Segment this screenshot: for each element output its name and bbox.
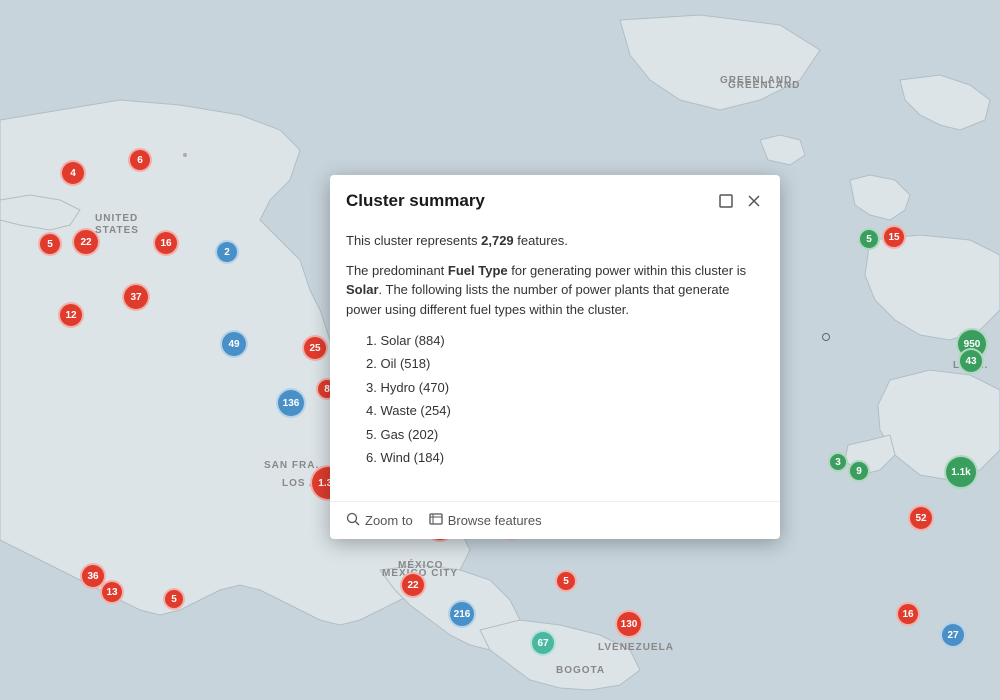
zoom-to-label: Zoom to bbox=[365, 513, 413, 528]
cluster-c23[interactable]: 13 bbox=[100, 580, 124, 604]
cluster-c34[interactable]: 5 bbox=[163, 588, 185, 610]
map-container: GREENLAND UNITED STATES MÉXICO San Fra..… bbox=[0, 0, 1000, 700]
cluster-c4[interactable]: 22 bbox=[72, 228, 100, 256]
cluster-c32[interactable]: 16 bbox=[896, 602, 920, 626]
cluster-c6[interactable]: 37 bbox=[122, 283, 150, 311]
fuel-list-item: 4. Waste (254) bbox=[366, 399, 764, 422]
cluster-c21[interactable]: 67 bbox=[530, 630, 556, 656]
cluster-c30[interactable]: 52 bbox=[908, 505, 934, 531]
fuel-list-item: 5. Gas (202) bbox=[366, 423, 764, 446]
browse-features-label: Browse features bbox=[448, 513, 542, 528]
close-icon[interactable] bbox=[744, 191, 764, 211]
popup-title: Cluster summary bbox=[346, 191, 485, 211]
cluster-c28[interactable]: 3 bbox=[828, 452, 848, 472]
cluster-c11[interactable]: 136 bbox=[276, 388, 306, 418]
cluster-c1[interactable]: 4 bbox=[60, 160, 86, 186]
cluster-c20[interactable]: 130 bbox=[615, 610, 643, 638]
popup-description-text: The predominant Fuel Type for generating… bbox=[346, 261, 764, 320]
cluster-popup: Cluster summary This cluster represents … bbox=[330, 175, 780, 539]
cluster-c8[interactable]: 2 bbox=[215, 240, 239, 264]
browse-icon bbox=[429, 512, 443, 529]
popup-header: Cluster summary bbox=[330, 175, 780, 223]
browse-features-button[interactable]: Browse features bbox=[429, 512, 542, 529]
fuel-list-item: 2. Oil (518) bbox=[366, 352, 764, 375]
cluster-c19[interactable]: 5 bbox=[555, 570, 577, 592]
cluster-c31[interactable]: 1.1k bbox=[944, 455, 978, 489]
cluster-c2[interactable]: 6 bbox=[128, 148, 152, 172]
zoom-icon bbox=[346, 512, 360, 529]
cluster-c17[interactable]: 22 bbox=[400, 572, 426, 598]
cluster-c5[interactable]: 16 bbox=[153, 230, 179, 256]
popup-body: This cluster represents 2,729 features. … bbox=[330, 223, 780, 501]
cluster-c27[interactable]: 43 bbox=[958, 348, 984, 374]
cluster-c3[interactable]: 5 bbox=[38, 232, 62, 256]
cluster-c18[interactable]: 216 bbox=[448, 600, 476, 628]
cluster-c10[interactable]: 25 bbox=[302, 335, 328, 361]
zoom-to-button[interactable]: Zoom to bbox=[346, 512, 413, 529]
expand-icon[interactable] bbox=[716, 191, 736, 211]
popup-footer: Zoom to Browse features bbox=[330, 501, 780, 539]
fuel-list-item: 1. Solar (884) bbox=[366, 329, 764, 352]
fuel-list-item: 6. Wind (184) bbox=[366, 446, 764, 469]
popup-intro-text: This cluster represents 2,729 features. bbox=[346, 231, 764, 251]
cluster-c25[interactable]: 15 bbox=[882, 225, 906, 249]
fuel-list-item: 3. Hydro (470) bbox=[366, 376, 764, 399]
cluster-c29[interactable]: 9 bbox=[848, 460, 870, 482]
popup-fuel-list: 1. Solar (884)2. Oil (518)3. Hydro (470)… bbox=[346, 329, 764, 469]
cluster-c33[interactable]: 27 bbox=[940, 622, 966, 648]
cluster-c7[interactable]: 12 bbox=[58, 302, 84, 328]
popup-header-icons bbox=[716, 191, 764, 211]
cluster-c9[interactable]: 49 bbox=[220, 330, 248, 358]
cluster-c24[interactable]: 5 bbox=[858, 228, 880, 250]
